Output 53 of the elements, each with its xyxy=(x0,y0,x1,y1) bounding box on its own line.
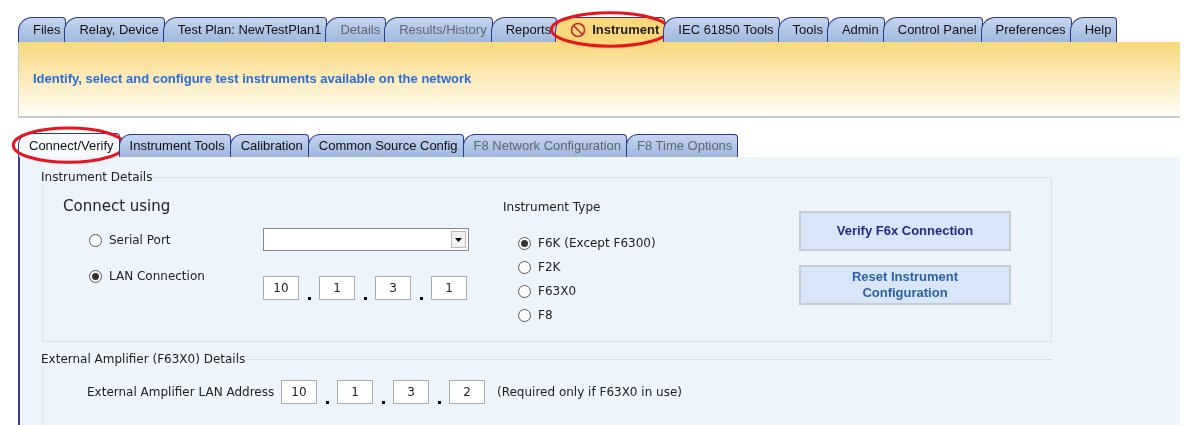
sub-tab[interactable]: Common Source Config xyxy=(307,133,464,157)
ip-octet-field[interactable]: 3 xyxy=(375,276,411,300)
sub-tab[interactable]: Connect/Verify xyxy=(18,133,120,157)
radio-button[interactable] xyxy=(518,260,531,274)
ip-octet-field[interactable]: 3 xyxy=(393,380,429,404)
tab[interactable]: Help xyxy=(1069,17,1118,42)
tab[interactable]: Instrument xyxy=(555,17,666,42)
field-label: External Amplifier LAN Address xyxy=(87,384,276,401)
action-button[interactable]: Reset Instrument Configuration xyxy=(799,265,1011,305)
dot-separator-icon xyxy=(437,401,441,404)
dot-separator-icon xyxy=(419,297,423,300)
banner-text: Identify, select and configure test instruments available on the network xyxy=(33,70,472,89)
ip-octet-field[interactable]: 10 xyxy=(281,380,317,404)
sub-tab[interactable]: Calibration xyxy=(229,133,309,157)
ip-octet-field[interactable]: 1 xyxy=(337,380,373,404)
radio-label: F8 xyxy=(538,307,553,324)
tab[interactable]: Test Plan: NewTestPlan1 xyxy=(162,17,328,42)
radio-button[interactable] xyxy=(518,284,531,298)
ip-octet-field[interactable]: 2 xyxy=(449,380,485,404)
ip-octet-field[interactable]: 1 xyxy=(319,276,355,300)
radio-button[interactable] xyxy=(518,308,531,322)
tab[interactable]: Preferences xyxy=(980,17,1072,42)
radio-button[interactable] xyxy=(518,236,531,250)
group-legend: External Amplifier (F63X0) Details xyxy=(41,351,246,367)
hint-text: (Required only if F63X0 in use) xyxy=(497,384,682,401)
dot-separator-icon xyxy=(307,297,311,300)
radio-button[interactable] xyxy=(89,233,102,247)
tab[interactable]: Reports xyxy=(490,17,558,42)
action-button[interactable]: Verify F6x Connection xyxy=(799,211,1011,251)
radio-label: F6K (Except F6300) xyxy=(538,235,656,252)
tab[interactable]: Control Panel xyxy=(882,17,983,42)
tab[interactable]: IEC 61850 Tools xyxy=(663,17,780,42)
instrument-type-label: Instrument Type xyxy=(503,199,602,216)
dot-separator-icon xyxy=(381,401,385,404)
radio-button[interactable] xyxy=(89,269,102,283)
tab[interactable]: Relay, Device xyxy=(64,17,165,42)
connect-using-label: Connect using xyxy=(63,196,172,216)
prohibited-icon xyxy=(570,22,587,38)
tab[interactable]: Admin xyxy=(826,17,885,42)
radio-label: Serial Port xyxy=(109,232,171,249)
group-legend: Instrument Details xyxy=(41,169,153,185)
radio-label: LAN Connection xyxy=(109,268,205,285)
dot-separator-icon xyxy=(363,297,367,300)
dot-separator-icon xyxy=(325,401,329,404)
tab[interactable]: Tools xyxy=(777,17,829,42)
radio-label: F63X0 xyxy=(538,283,577,300)
dropdown-caret-icon xyxy=(451,231,466,248)
sub-tab[interactable]: Instrument Tools xyxy=(118,133,231,157)
serial-port-dropdown[interactable] xyxy=(263,228,469,251)
radio-label: F2K xyxy=(538,259,561,276)
ip-octet-field[interactable]: 10 xyxy=(263,276,299,300)
ip-octet-field[interactable]: 1 xyxy=(431,276,467,300)
tab[interactable]: Files xyxy=(18,17,67,42)
